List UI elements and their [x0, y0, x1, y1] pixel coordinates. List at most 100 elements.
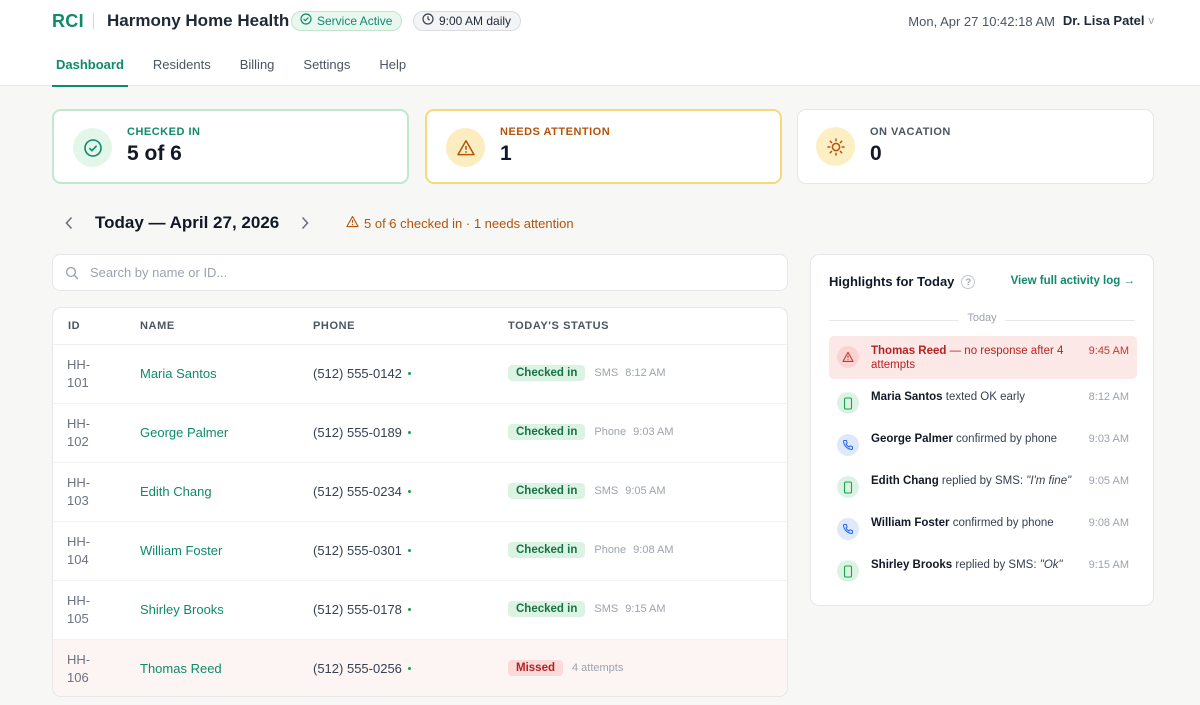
stat-label: ON VACATION: [870, 126, 951, 138]
resident-name-link[interactable]: Shirley Brooks: [140, 602, 224, 617]
checkin-method: SMS 9:15 AM: [594, 603, 666, 615]
clock-icon: [422, 12, 434, 30]
resident-id: HH- 105: [67, 593, 91, 626]
phone-icon: [837, 434, 859, 456]
prev-day-button[interactable]: [60, 210, 78, 236]
table-row[interactable]: HH- 103 Edith Chang (512) 555-0234 Checke…: [53, 463, 787, 522]
verified-dot: [407, 667, 411, 670]
activity-item[interactable]: George Palmer confirmed by phone 9:03 AM: [829, 428, 1137, 462]
sun-icon: [816, 127, 855, 166]
column-header-phone[interactable]: PHONE: [313, 320, 355, 332]
sms-icon: [837, 560, 859, 582]
help-icon[interactable]: ?: [961, 274, 976, 289]
table-row[interactable]: HH- 106 Thomas Reed (512) 555-0256 Missed…: [53, 640, 787, 696]
activity-item[interactable]: Edith Chang replied by SMS: "I'm fine" 9…: [829, 470, 1137, 504]
table-row[interactable]: HH- 101 Maria Santos (512) 555-0142 Check…: [53, 345, 787, 404]
activity-time: 9:05 AM: [1088, 475, 1129, 487]
activity-time: 9:08 AM: [1088, 517, 1129, 529]
view-activity-log-link[interactable]: View full activity log →: [1011, 275, 1135, 287]
table-row[interactable]: HH- 104 William Foster (512) 555-0301 Che…: [53, 522, 787, 581]
verified-dot: [407, 372, 411, 375]
resident-status: Checked in Phone 9:03 AM: [508, 424, 674, 440]
resident-phone: (512) 555-0178: [313, 602, 411, 617]
table-row[interactable]: HH- 105 Shirley Brooks (512) 555-0178 Che…: [53, 581, 787, 640]
table-header: ID NAME PHONE TODAY'S STATUS: [53, 308, 787, 345]
activity-item[interactable]: William Foster confirmed by phone 9:08 A…: [829, 512, 1137, 546]
checkin-method: Phone 9:08 AM: [594, 544, 674, 556]
checkin-method: SMS 9:05 AM: [594, 485, 666, 497]
stat-card-checked-in[interactable]: CHECKED IN 5 of 6: [52, 109, 409, 184]
column-header-id[interactable]: ID: [68, 320, 80, 332]
verified-dot: [407, 490, 411, 493]
activity-time: 9:45 AM: [1088, 345, 1129, 357]
resident-name-link[interactable]: William Foster: [140, 543, 222, 558]
stat-value: 5 of 6: [127, 142, 182, 165]
activity-text: Edith Chang replied by SMS: "I'm fine": [871, 475, 1072, 487]
resident-id: HH- 104: [67, 534, 91, 567]
tab-help[interactable]: Help: [375, 52, 410, 86]
date-summary: 5 of 6 checked in · 1 needs attention: [346, 215, 574, 231]
stat-label: NEEDS ATTENTION: [500, 126, 611, 138]
highlights-title: Highlights for Today ?: [829, 274, 976, 289]
column-header-name[interactable]: NAME: [140, 320, 175, 332]
resident-status: Checked in SMS 8:12 AM: [508, 365, 666, 381]
user-menu[interactable]: Dr. Lisa Patel v: [1063, 13, 1154, 28]
resident-status: Checked in SMS 9:15 AM: [508, 601, 666, 617]
date-summary-text: 5 of 6 checked in · 1 needs attention: [364, 215, 574, 231]
alert-icon: [837, 346, 859, 368]
check-circle-icon: [300, 12, 312, 30]
stat-card-needs-attention[interactable]: NEEDS ATTENTION 1: [425, 109, 782, 184]
activity-time: 9:15 AM: [1088, 559, 1129, 571]
stat-value: 0: [870, 142, 882, 165]
checkin-attempts: 4 attempts: [572, 662, 624, 674]
brand-logo[interactable]: RCI: [52, 11, 84, 32]
user-name: Dr. Lisa Patel: [1062, 13, 1145, 28]
tab-settings[interactable]: Settings: [299, 52, 354, 86]
resident-name-link[interactable]: Maria Santos: [140, 366, 217, 381]
activity-item[interactable]: Shirley Brooks replied by SMS: "Ok" 9:15…: [829, 554, 1137, 588]
activity-text: Shirley Brooks replied by SMS: "Ok": [871, 559, 1063, 571]
highlights-panel: Highlights for Today ? View full activit…: [810, 254, 1154, 606]
search-input[interactable]: [90, 265, 740, 280]
resident-name-link[interactable]: Thomas Reed: [140, 661, 222, 676]
resident-id: HH- 106: [67, 652, 91, 685]
search-bar: [52, 254, 788, 291]
phone-icon: [837, 518, 859, 540]
check-circle-icon: [73, 128, 112, 167]
tab-residents[interactable]: Residents: [149, 52, 215, 86]
current-date-title: Today — April 27, 2026: [95, 213, 280, 232]
activity-item[interactable]: Maria Santos texted OK early 8:12 AM: [829, 386, 1137, 420]
table-row[interactable]: HH- 102 George Palmer (512) 555-0189 Chec…: [53, 404, 787, 463]
day-divider-label: Today: [958, 312, 1006, 324]
tab-billing[interactable]: Billing: [236, 52, 279, 86]
tab-dashboard[interactable]: Dashboard: [52, 52, 128, 87]
resident-phone: (512) 555-0189: [313, 425, 411, 440]
resident-phone: (512) 555-0142: [313, 366, 411, 381]
resident-phone: (512) 555-0256: [313, 661, 411, 676]
column-header-status[interactable]: TODAY'S STATUS: [508, 320, 609, 332]
activity-item-alert[interactable]: Thomas Reed — no response after 4 attempt…: [829, 336, 1137, 379]
resident-phone: (512) 555-0301: [313, 543, 411, 558]
checkin-method: SMS 8:12 AM: [594, 367, 666, 379]
activity-text: George Palmer confirmed by phone: [871, 433, 1058, 445]
resident-status: Checked in SMS 9:05 AM: [508, 483, 666, 499]
activity-time: 9:03 AM: [1088, 433, 1129, 445]
stat-card-on-vacation[interactable]: ON VACATION 0: [797, 109, 1154, 184]
sms-icon: [837, 476, 859, 498]
stat-label: CHECKED IN: [127, 126, 201, 138]
service-status-badge: Service Active: [291, 11, 403, 31]
resident-name-link[interactable]: Edith Chang: [140, 484, 212, 499]
date-navigator: Today — April 27, 2026 5 of 6 checked in…: [60, 210, 574, 236]
sms-icon: [837, 392, 859, 414]
search-icon: [65, 266, 79, 280]
activity-text: William Foster confirmed by phone: [871, 517, 1054, 529]
status-badge: Checked in: [508, 542, 586, 558]
app-header: RCI Harmony Home Health Service Active 9…: [0, 0, 1200, 87]
current-datetime: Mon, Apr 27 10:42:18 AM: [908, 14, 1055, 29]
resident-id: HH- 101: [67, 357, 91, 390]
schedule-label: 9:00 AM daily: [439, 14, 512, 28]
resident-name-link[interactable]: George Palmer: [140, 425, 228, 440]
resident-status: Missed 4 attempts: [508, 660, 623, 676]
warning-icon: [446, 128, 485, 167]
next-day-button[interactable]: [296, 210, 314, 236]
